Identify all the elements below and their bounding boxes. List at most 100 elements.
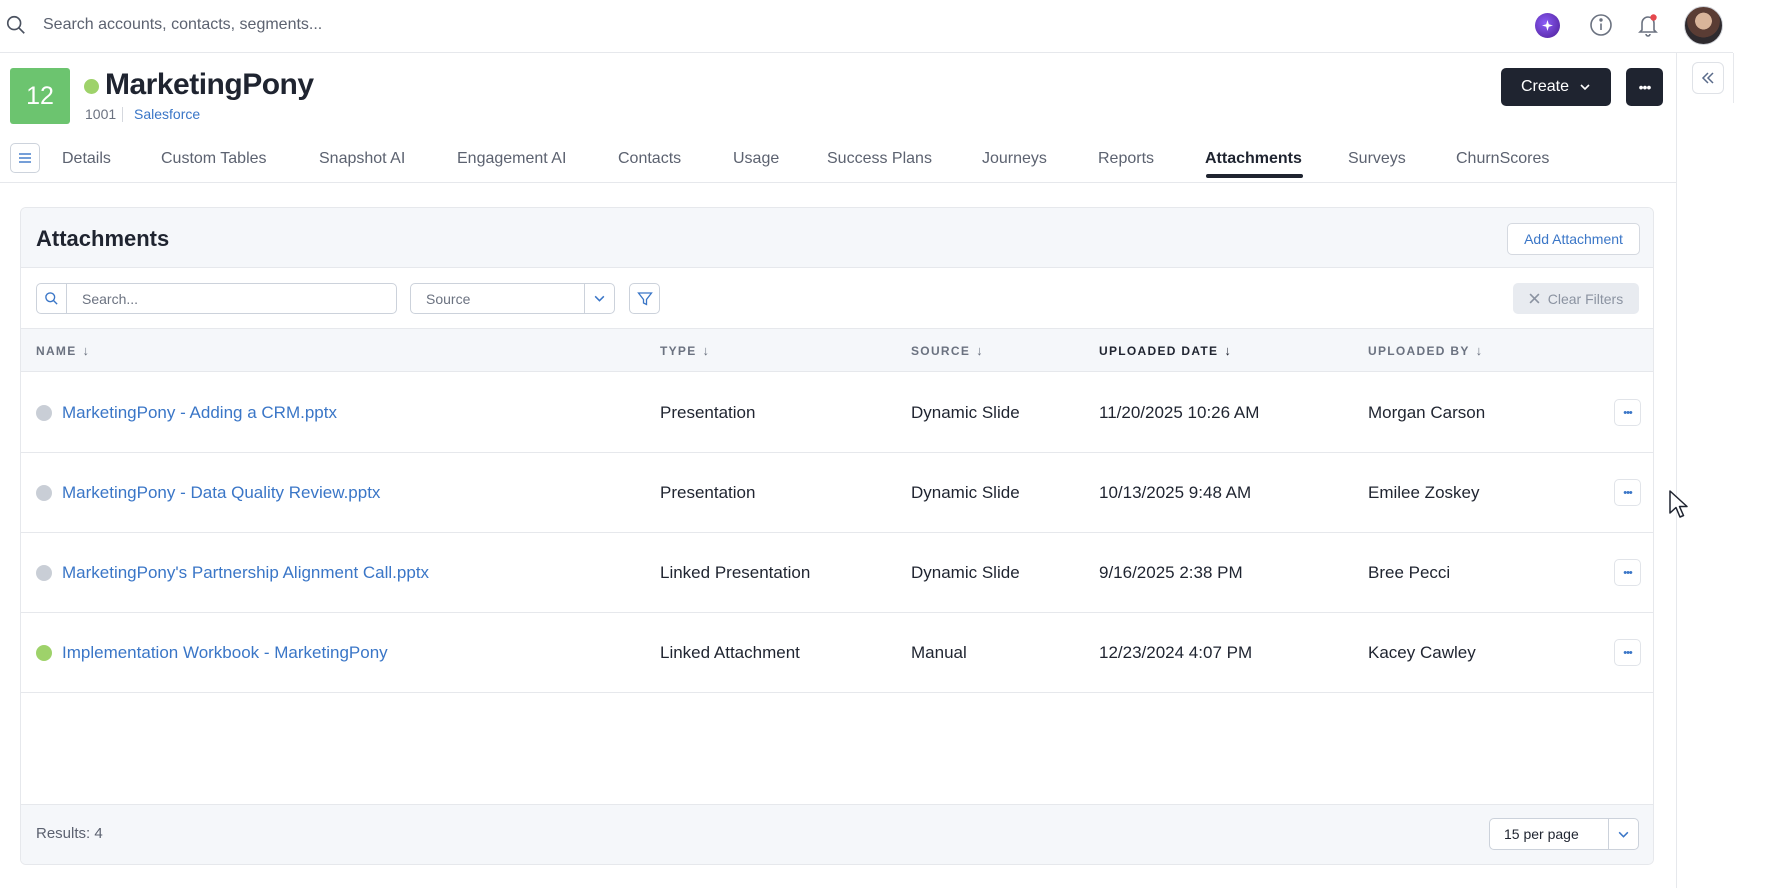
attachment-name-link[interactable]: MarketingPony - Adding a CRM.pptx: [62, 403, 337, 423]
row-more-button[interactable]: •••: [1614, 479, 1641, 506]
panel-header: Attachments Add Attachment: [21, 208, 1653, 268]
table-row: MarketingPony's Partnership Alignment Ca…: [21, 533, 1653, 613]
attachment-source: Dynamic Slide: [911, 483, 1020, 502]
attachment-source: Manual: [911, 643, 967, 662]
search-placeholder: Search...: [82, 291, 139, 307]
table-row: MarketingPony - Adding a CRM.pptx Presen…: [21, 373, 1653, 453]
tab-journeys[interactable]: Journeys: [982, 150, 1047, 168]
table-row: Implementation Workbook - MarketingPony …: [21, 613, 1653, 693]
attachment-uploaded-date: 9/16/2025 2:38 PM: [1099, 563, 1243, 582]
column-header-uploaded-by[interactable]: UPLOADED BY ↓: [1368, 343, 1482, 358]
tab-reports[interactable]: Reports: [1098, 150, 1154, 168]
attachment-uploaded-by: Emilee Zoskey: [1368, 483, 1480, 502]
attachment-type: Presentation: [660, 483, 756, 502]
filter-button[interactable]: [629, 283, 660, 314]
global-search-input[interactable]: Search accounts, contacts, segments...: [43, 16, 322, 34]
row-more-button[interactable]: •••: [1614, 639, 1641, 666]
tab-engagement-ai[interactable]: Engagement AI: [457, 150, 566, 168]
attachment-source: Dynamic Slide: [911, 563, 1020, 582]
sort-arrow-icon: ↓: [1224, 343, 1231, 358]
info-icon[interactable]: [1589, 13, 1613, 37]
row-more-button[interactable]: •••: [1614, 559, 1641, 586]
account-score-badge: 12: [10, 68, 70, 124]
search-icon: [37, 284, 67, 313]
sort-arrow-icon: ↓: [702, 343, 710, 358]
row-more-button[interactable]: •••: [1614, 399, 1641, 426]
tabs-menu-button[interactable]: [10, 143, 40, 173]
attachments-panel: Attachments Add Attachment Search... Sou…: [20, 207, 1654, 865]
attachment-type: Presentation: [660, 403, 756, 422]
attachment-status-dot: [36, 645, 52, 661]
attachment-source: Dynamic Slide: [911, 403, 1020, 422]
sort-arrow-icon: ↓: [1475, 343, 1483, 358]
results-count: Results: 4: [36, 825, 103, 842]
clear-filters-button[interactable]: Clear Filters: [1513, 283, 1639, 314]
more-actions-button[interactable]: •••: [1626, 68, 1663, 106]
account-status-dot: [84, 79, 99, 94]
chevron-down-icon: [584, 284, 614, 313]
attachment-type: Linked Attachment: [660, 643, 800, 662]
mouse-cursor-icon: [1669, 490, 1688, 518]
column-header-type[interactable]: TYPE ↓: [660, 343, 709, 358]
tab-usage[interactable]: Usage: [733, 150, 779, 168]
account-name: MarketingPony: [105, 68, 314, 101]
create-button-label: Create: [1520, 78, 1570, 95]
notification-bell-icon[interactable]: [1636, 12, 1660, 38]
tab-attachments[interactable]: Attachments: [1205, 150, 1302, 168]
hamburger-menu-icon: [19, 153, 31, 163]
sort-arrow-icon: ↓: [82, 343, 90, 358]
attachment-status-dot: [36, 405, 52, 421]
account-meta-divider: [122, 107, 123, 122]
chevron-down-icon: [1608, 819, 1638, 849]
right-panel-divider: [1676, 53, 1677, 888]
chevron-down-icon: [1580, 84, 1590, 91]
attachment-uploaded-date: 12/23/2024 4:07 PM: [1099, 643, 1253, 662]
ai-assistant-icon[interactable]: [1535, 13, 1560, 38]
tab-success-plans[interactable]: Success Plans: [827, 150, 932, 168]
tab-details[interactable]: Details: [62, 150, 111, 168]
column-header-name[interactable]: NAME ↓: [36, 343, 89, 358]
active-tab-indicator: [1206, 174, 1303, 178]
attachment-uploaded-by: Kacey Cawley: [1368, 643, 1476, 662]
tab-churnscores[interactable]: ChurnScores: [1456, 150, 1549, 168]
user-avatar[interactable]: [1684, 6, 1723, 45]
panel-title: Attachments: [36, 226, 170, 251]
tab-surveys[interactable]: Surveys: [1348, 150, 1406, 168]
account-tabs: Details Custom Tables Snapshot AI Engage…: [0, 140, 1676, 183]
global-search-bar[interactable]: Search accounts, contacts, segments...: [0, 0, 1733, 53]
table-header: NAME ↓ TYPE ↓ SOURCE ↓ UPLOADED DATE ↓ UPLOA…: [21, 329, 1653, 372]
expand-panel-button[interactable]: [1692, 62, 1724, 94]
sort-arrow-icon: ↓: [976, 343, 983, 358]
per-page-select[interactable]: 15 per page: [1489, 818, 1639, 850]
column-header-source[interactable]: SOURCE ↓: [911, 343, 983, 358]
create-button[interactable]: Create: [1501, 68, 1611, 106]
source-filter-select[interactable]: Source: [410, 283, 615, 314]
source-placeholder: Source: [426, 291, 471, 307]
close-icon: [1529, 293, 1540, 304]
tab-contacts[interactable]: Contacts: [618, 150, 681, 168]
attachment-name-link[interactable]: MarketingPony's Partnership Alignment Ca…: [62, 563, 429, 583]
funnel-icon: [636, 291, 653, 306]
per-page-value: 15 per page: [1504, 826, 1579, 842]
clear-filters-label: Clear Filters: [1547, 290, 1624, 307]
tab-snapshot-ai[interactable]: Snapshot AI: [319, 150, 405, 168]
table-row: MarketingPony - Data Quality Review.pptx…: [21, 453, 1653, 533]
attachment-uploaded-by: Bree Pecci: [1368, 563, 1451, 582]
attachment-status-dot: [36, 565, 52, 581]
attachment-uploaded-by: Morgan Carson: [1368, 403, 1486, 422]
column-header-uploaded-date[interactable]: UPLOADED DATE ↓: [1099, 343, 1231, 358]
attachment-uploaded-date: 11/20/2025 10:26 AM: [1099, 403, 1260, 422]
account-source-link[interactable]: Salesforce: [134, 106, 200, 122]
double-chevron-left-icon: [1701, 72, 1714, 84]
attachment-type: Linked Presentation: [660, 563, 811, 582]
attachment-name-link[interactable]: Implementation Workbook - MarketingPony: [62, 643, 388, 663]
add-attachment-button[interactable]: Add Attachment: [1507, 223, 1640, 255]
search-icon: [6, 15, 25, 34]
account-id: 1001: [85, 106, 117, 122]
attachment-name-link[interactable]: MarketingPony - Data Quality Review.pptx: [62, 483, 380, 503]
attachment-uploaded-date: 10/13/2025 9:48 AM: [1099, 483, 1252, 502]
panel-footer: Results: 4 15 per page: [21, 804, 1653, 864]
tab-custom-tables[interactable]: Custom Tables: [161, 150, 267, 168]
attachment-search-input[interactable]: Search...: [36, 283, 397, 314]
filter-bar: Search... Source Clear Filters: [21, 268, 1653, 329]
